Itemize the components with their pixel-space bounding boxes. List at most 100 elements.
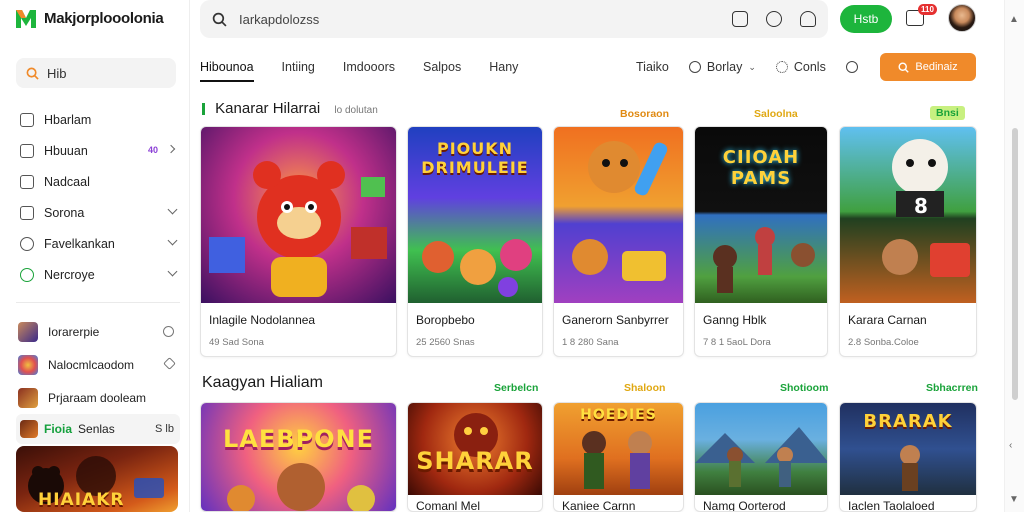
logo[interactable]: Makjorplooolonia: [14, 6, 164, 30]
sidebar-item-6[interactable]: Nercroye: [16, 259, 180, 290]
users-icon[interactable]: [766, 11, 782, 27]
filter-label: Conls: [793, 60, 826, 74]
scroll-up-icon[interactable]: ▲: [1009, 14, 1019, 25]
game-meta: 2.8 Sonba.Coloe: [848, 337, 919, 348]
section-tag[interactable]: Bosoraon: [620, 108, 669, 120]
chevron-right-icon: [166, 144, 176, 154]
game-art: [201, 127, 396, 303]
friend-item[interactable]: Iorarerpie: [16, 315, 180, 348]
shield-icon: [688, 61, 701, 73]
app-root: Makjorplooolonia Hib Hbarlam Hbuuan 40 N…: [0, 0, 1024, 512]
section-title: Kaagyan Hialiam: [202, 374, 323, 391]
section-tag[interactable]: Saloolna: [754, 108, 798, 120]
sidebar: Makjorplooolonia Hib Hbarlam Hbuuan 40 N…: [0, 0, 190, 512]
game-art: [554, 127, 683, 303]
game-illustration: [227, 463, 375, 511]
section-tag[interactable]: Shaloon: [624, 382, 665, 394]
friend-item[interactable]: Nalocmlcaodom: [16, 348, 180, 381]
avatar: [18, 354, 38, 375]
green-button[interactable]: Hstb: [840, 5, 892, 33]
settings-icon[interactable]: [163, 326, 174, 337]
promo-title: HIAIAKR: [38, 490, 125, 510]
filter-2[interactable]: Borlay ⌄: [688, 60, 756, 74]
game-illustration: 8: [882, 139, 970, 277]
alert-icon[interactable]: [732, 11, 748, 27]
notification-badge: 110: [918, 4, 937, 15]
sidebar-item-label: Hbarlam: [44, 112, 92, 127]
game-card[interactable]: LAEBPONE: [200, 402, 397, 512]
search-bar[interactable]: Iarkapdolozss: [200, 0, 828, 38]
game-name: Ganerorn Sanbyrrer: [562, 313, 669, 327]
clock-icon: [20, 236, 34, 251]
tab-2[interactable]: Intiing: [282, 52, 315, 82]
section-marker: [202, 103, 205, 116]
game-illustration: [582, 431, 652, 489]
section-tag[interactable]: Sbhacrren: [926, 382, 978, 394]
sidebar-item-5[interactable]: Favelkankan: [16, 228, 180, 259]
filter-1[interactable]: Tiaiko: [636, 60, 669, 74]
section-tag[interactable]: Serbelcn: [494, 382, 538, 394]
promo-label: Senlas: [78, 422, 115, 436]
game-card[interactable]: Namg Oorterod: [694, 402, 828, 512]
monitor-icon: [20, 143, 34, 158]
game-card[interactable]: BRARAK Iaclen Taolaloed: [839, 402, 977, 512]
tab-4[interactable]: Salpos: [423, 52, 461, 82]
promo-header[interactable]: Fioia Senlas S lb: [16, 414, 180, 444]
scrollbar-thumb[interactable]: [1012, 128, 1018, 400]
game-illustration: [713, 227, 815, 293]
tag-icon[interactable]: [163, 357, 176, 370]
friend-item[interactable]: Prjaraam dooleam: [16, 381, 180, 414]
sidebar-item-label: Favelkankan: [44, 236, 115, 251]
power-icon: [20, 267, 34, 282]
tab-5[interactable]: Hany: [489, 52, 518, 82]
game-card[interactable]: 8 Karara Carnan 2.8 Sonba.Coloe: [839, 126, 977, 357]
sidebar-item-label: Nadcaal: [44, 174, 90, 189]
user-avatar[interactable]: [948, 4, 976, 32]
game-card[interactable]: HOEDIES Kaniee Carnn: [553, 402, 684, 512]
game-art: CIIOAH PAMS: [695, 127, 827, 303]
scroll-down-icon[interactable]: ▼: [1009, 494, 1019, 505]
game-card[interactable]: PIOUKN DRIMULEIE Boropbebo 25 2560 Snas: [407, 126, 543, 357]
chevron-down-icon[interactable]: [167, 266, 178, 277]
tab-3[interactable]: Imdooors: [343, 52, 395, 82]
scroll-mid-icon[interactable]: ‹: [1009, 440, 1012, 451]
tab-1[interactable]: Hibounoa: [200, 52, 254, 82]
chevron-down-icon[interactable]: [167, 235, 178, 246]
friend-name: Prjaraam dooleam: [48, 390, 147, 405]
profile-icon[interactable]: [800, 11, 816, 27]
chevron-down-icon[interactable]: [167, 204, 178, 215]
logo-icon: [16, 10, 36, 28]
game-name: Ganng Hblk: [703, 313, 767, 327]
sidebar-item-3[interactable]: Nadcaal: [16, 166, 180, 197]
promo-card[interactable]: HIAIAKR: [16, 446, 178, 512]
game-meta: 25 2560 Snas: [416, 337, 475, 348]
orange-button[interactable]: Bedinaiz: [880, 53, 976, 81]
game-name: Kaniee Carnn: [562, 499, 636, 512]
gift-icon: [20, 112, 34, 127]
sidebar-item-4[interactable]: Sorona: [16, 197, 180, 228]
sidebar-item-label: Hbuuan: [44, 143, 88, 158]
game-card[interactable]: SHARAR Comanl Mel: [407, 402, 543, 512]
game-card[interactable]: Inlagile Nodolannea 49 Sad Sona: [200, 126, 397, 357]
game-art: HOEDIES: [554, 403, 683, 495]
sidebar-item-label: Sorona: [44, 205, 85, 220]
search-input[interactable]: Iarkapdolozss: [239, 12, 319, 27]
filter-4[interactable]: [845, 61, 858, 73]
sidebar-item-2[interactable]: Hbuuan 40: [16, 135, 180, 166]
section-tag[interactable]: Shotioom: [780, 382, 828, 394]
sidebar-item-1[interactable]: Hbarlam: [16, 104, 180, 135]
game-card[interactable]: CIIOAH PAMS Ganng Hblk 7 8 1 5aoL Dora: [694, 126, 828, 357]
sidebar-search[interactable]: Hib: [16, 58, 176, 88]
person-icon: [845, 61, 858, 73]
game-card[interactable]: Ganerorn Sanbyrrer 1 8 280 Sana: [553, 126, 684, 357]
search-icon: [212, 12, 227, 27]
section-tag[interactable]: Bnsi: [930, 106, 965, 120]
game-name: Inlagile Nodolannea: [209, 313, 316, 327]
search-actions: [732, 11, 816, 27]
filter-3[interactable]: Conls: [775, 60, 826, 74]
promo-right: S lb: [155, 423, 174, 435]
filter-label: Tiaiko: [636, 60, 669, 74]
users-icon: [775, 61, 788, 73]
game-art: 8: [840, 127, 976, 303]
orange-button-label: Bedinaiz: [915, 61, 958, 73]
